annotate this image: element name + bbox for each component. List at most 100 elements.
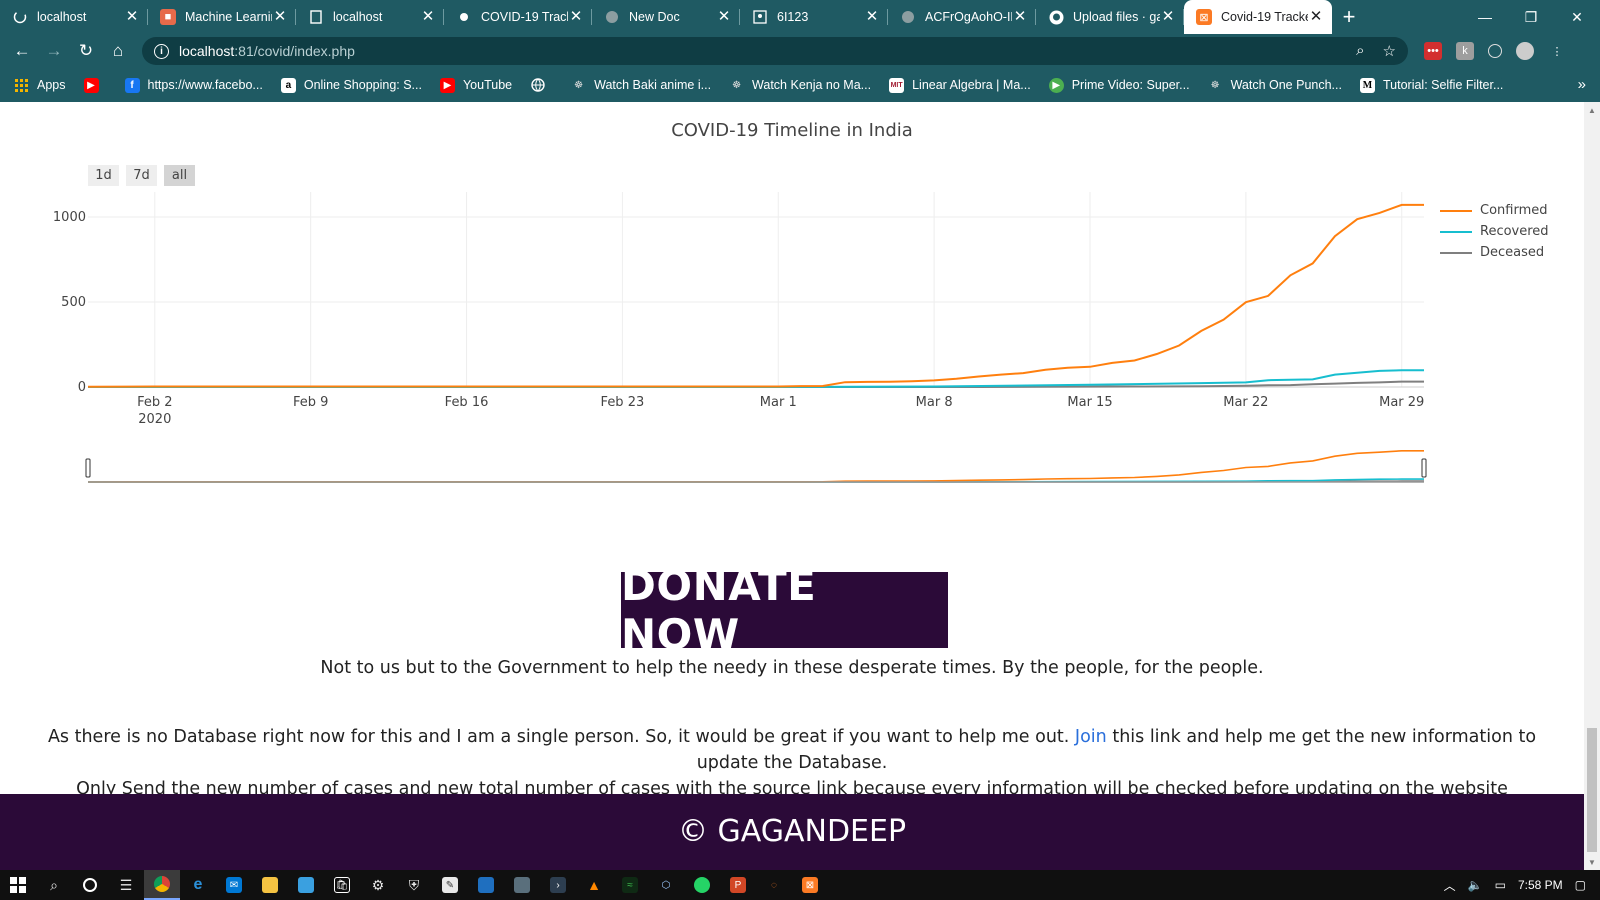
windows-start-icon[interactable]: [0, 870, 36, 900]
remote-icon[interactable]: [504, 870, 540, 900]
reload-icon[interactable]: ↻: [70, 37, 102, 65]
loading-icon: [12, 9, 28, 25]
powerpoint-icon[interactable]: P: [720, 870, 756, 900]
bookmark-star-icon[interactable]: ☆: [1383, 42, 1396, 60]
whatsapp-icon[interactable]: [684, 870, 720, 900]
address-bar[interactable]: i localhost:81/covid/index.php ⌕ ☆: [142, 37, 1408, 65]
extension-circle-icon[interactable]: [1488, 44, 1502, 58]
tab-covid-tracker[interactable]: COVID-19 Track ✕: [444, 0, 592, 34]
tab-title: localhost: [37, 10, 87, 24]
page-scrollbar[interactable]: ▲ ▼: [1584, 102, 1600, 870]
new-tab-button[interactable]: +: [1332, 0, 1366, 34]
tab-6i123[interactable]: 6I123 ✕: [740, 0, 888, 34]
extension-red-icon[interactable]: •••: [1424, 42, 1442, 60]
window-controls: — ❐ ✕: [1462, 0, 1600, 34]
bookmark-one-punch[interactable]: ☸ Watch One Punch...: [1208, 78, 1342, 93]
site-info-icon[interactable]: i: [154, 43, 169, 59]
minimize-icon[interactable]: —: [1462, 0, 1508, 34]
tab-acfrog[interactable]: ACFrOgAohO-IE ✕: [888, 0, 1036, 34]
menu-kebab-icon[interactable]: ⋮: [1548, 42, 1566, 60]
legend-item-confirmed[interactable]: Confirmed: [1440, 200, 1549, 221]
bookmark-youtube-icon-only[interactable]: ▶: [83, 77, 107, 93]
bookmark-facebook[interactable]: f https://www.facebo...: [124, 77, 263, 93]
close-icon[interactable]: ✕: [568, 9, 584, 25]
tab-new-doc[interactable]: New Doc ✕: [592, 0, 740, 34]
bookmark-globe[interactable]: [530, 78, 553, 93]
cortana-icon[interactable]: [72, 870, 108, 900]
bookmark-youtube[interactable]: ▶ YouTube: [439, 77, 512, 93]
legend-item-recovered[interactable]: Recovered: [1440, 221, 1549, 242]
search-icon[interactable]: ⌕: [36, 870, 72, 900]
bookmark-baki[interactable]: ☸ Watch Baki anime i...: [571, 78, 711, 93]
anime-icon: ☸: [574, 79, 584, 91]
home-icon[interactable]: ⌂: [102, 37, 134, 65]
donate-now-button[interactable]: DONATE NOW: [621, 561, 948, 659]
shield-icon[interactable]: ⛨: [396, 870, 432, 900]
jupyter-icon[interactable]: ◌: [756, 870, 792, 900]
tab-covid-19-tracker-active[interactable]: ⊠ Covid-19 Tracker ✕: [1184, 0, 1332, 34]
close-icon[interactable]: ✕: [864, 9, 880, 25]
bookmark-selfie-filter[interactable]: M Tutorial: Selfie Filter...: [1359, 77, 1503, 93]
chrome-icon[interactable]: [144, 870, 180, 900]
zoom-icon[interactable]: ⌕: [1356, 42, 1364, 60]
close-icon[interactable]: ✕: [272, 9, 288, 25]
scroll-up-icon[interactable]: ▲: [1584, 102, 1600, 118]
profile-avatar-icon[interactable]: [1516, 42, 1534, 60]
help-text-before: As there is no Database right now for th…: [47, 727, 1070, 747]
back-arrow-icon[interactable]: ←: [6, 37, 38, 65]
x-tick-label: Feb 16: [445, 395, 489, 410]
close-icon[interactable]: ✕: [716, 9, 732, 25]
close-window-icon[interactable]: ✕: [1554, 0, 1600, 34]
task-view-icon[interactable]: ☰: [108, 870, 144, 900]
close-icon[interactable]: ✕: [1012, 9, 1028, 25]
clock-time[interactable]: 7:58 PM: [1518, 878, 1563, 892]
vlc-icon[interactable]: ▲: [576, 870, 612, 900]
xampp-icon[interactable]: ⊠: [792, 870, 828, 900]
globe-icon: [604, 9, 620, 25]
system-tray: ︿ 🔈 ▭ 7:58 PM ▢: [1444, 877, 1600, 894]
bookmark-kenja[interactable]: ☸ Watch Kenja no Ma...: [729, 78, 871, 93]
bookmark-label: Watch Kenja no Ma...: [752, 78, 872, 92]
close-icon[interactable]: ✕: [420, 9, 436, 25]
scrollbar-thumb[interactable]: [1587, 728, 1597, 852]
legend-item-deceased[interactable]: Deceased: [1440, 242, 1549, 263]
mail-icon[interactable]: ✉: [216, 870, 252, 900]
extension-grey-icon[interactable]: k: [1456, 42, 1474, 60]
x-tick-label: Mar 22: [1223, 395, 1268, 410]
spectrum-icon[interactable]: ≈: [612, 870, 648, 900]
timeline-chart[interactable]: Feb 2 2020 Feb 9 Feb 16 Feb 23 Mar 1 Mar 8 Mar …: [0, 102, 1584, 522]
notification-icon[interactable]: ▢: [1575, 878, 1586, 892]
tab-localhost-2[interactable]: localhost ✕: [296, 0, 444, 34]
tab-localhost-1[interactable]: localhost ✕: [0, 0, 148, 34]
tab-machine-learning[interactable]: ■ Machine Learnin ✕: [148, 0, 296, 34]
tab-upload-files[interactable]: Upload files · ga ✕: [1036, 0, 1184, 34]
chevron-up-icon[interactable]: ︿: [1444, 877, 1456, 894]
edge-icon[interactable]: e: [180, 870, 216, 900]
bookmark-apps[interactable]: Apps: [14, 78, 66, 93]
join-link[interactable]: Join: [1075, 727, 1107, 747]
file-explorer-icon[interactable]: [252, 870, 288, 900]
store-icon[interactable]: 🛍: [324, 870, 360, 900]
browser-tab-strip: localhost ✕ ■ Machine Learnin ✕ localhos…: [0, 0, 1600, 34]
close-icon[interactable]: ✕: [1160, 9, 1176, 25]
volume-icon[interactable]: 🔈: [1468, 878, 1483, 892]
page-icon: [308, 9, 324, 25]
tab-title: Covid-19 Tracker: [1221, 10, 1308, 24]
bookmark-amazon[interactable]: a Online Shopping: S...: [280, 77, 422, 93]
settings-icon[interactable]: ⚙: [360, 870, 396, 900]
virtualbox-icon[interactable]: ⬡: [648, 870, 684, 900]
forward-arrow-icon[interactable]: →: [38, 37, 70, 65]
close-icon[interactable]: ✕: [1308, 9, 1324, 25]
close-icon[interactable]: ✕: [124, 9, 140, 25]
computer-icon[interactable]: [288, 870, 324, 900]
photos-icon[interactable]: [468, 870, 504, 900]
restore-icon[interactable]: ❐: [1508, 0, 1554, 34]
x-tick-label: Feb 2: [137, 395, 172, 410]
notepad-icon[interactable]: ✎: [432, 870, 468, 900]
terminal-icon[interactable]: ›: [540, 870, 576, 900]
chevron-more-icon[interactable]: »: [1578, 76, 1586, 93]
bookmark-linear-algebra[interactable]: MIT Linear Algebra | Ma...: [889, 77, 1031, 93]
network-icon[interactable]: ▭: [1495, 878, 1506, 892]
bookmark-prime-video[interactable]: ▶ Prime Video: Super...: [1048, 77, 1190, 93]
scroll-down-icon[interactable]: ▼: [1584, 854, 1600, 870]
